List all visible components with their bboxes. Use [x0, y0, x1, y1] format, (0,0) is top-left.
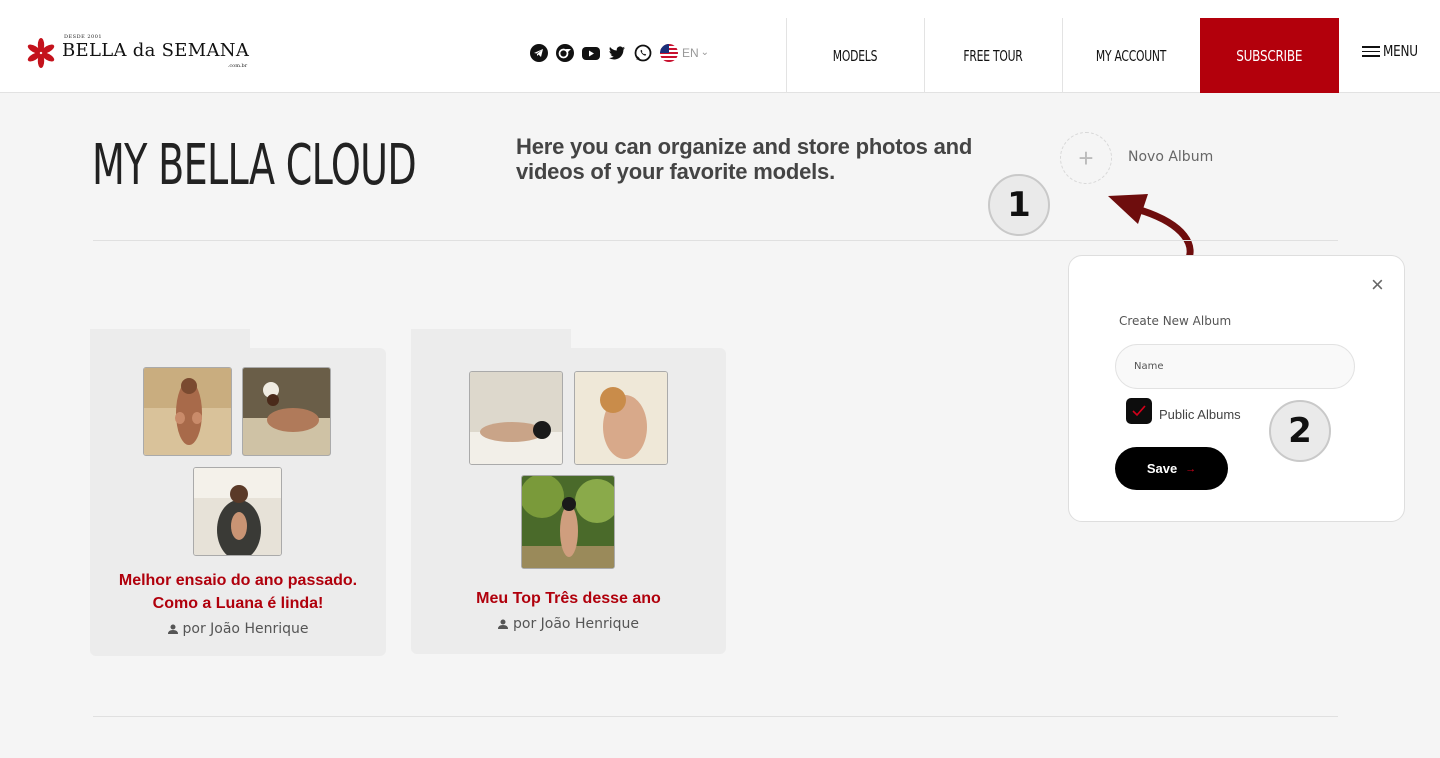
public-albums-label[interactable]: Public Albums: [1159, 407, 1241, 422]
language-label: EN: [682, 46, 699, 60]
step-badge-2: 2: [1269, 400, 1331, 462]
folder-tab: [411, 329, 571, 349]
subscribe-label: SUBSCRIBE: [1236, 46, 1303, 65]
site-header: DESDE 2001 BELLA da SEMANA .com.br EN ⌄ …: [0, 0, 1440, 93]
album-card[interactable]: Meu Top Três desse ano por João Henrique: [411, 329, 726, 654]
logo-wordmark: BELLA da SEMANA: [62, 40, 250, 61]
nav-models[interactable]: MODELS: [800, 18, 910, 93]
social-links: EN ⌄: [529, 43, 709, 63]
album-title[interactable]: Meu Top Três desse ano: [411, 587, 726, 610]
youtube-icon[interactable]: [581, 43, 601, 63]
user-icon: [498, 619, 508, 629]
arrow-right-icon: →: [1185, 462, 1197, 475]
subscribe-button[interactable]: SUBSCRIBE: [1200, 18, 1339, 93]
album-author: por João Henrique: [411, 616, 726, 632]
album-thumbnail[interactable]: [143, 367, 232, 456]
step-badge-1: 1: [988, 174, 1050, 236]
popup-heading: Create New Album: [1119, 314, 1232, 328]
hamburger-icon: [1362, 45, 1380, 57]
new-album-label[interactable]: Novo Album: [1128, 149, 1213, 165]
save-button[interactable]: Save →: [1115, 447, 1228, 490]
onlyfans-icon[interactable]: [555, 43, 575, 63]
close-icon[interactable]: ×: [1371, 274, 1384, 296]
album-thumbnail[interactable]: [469, 371, 563, 465]
asterisk-logo-icon: [27, 38, 55, 68]
album-name-input[interactable]: [1115, 344, 1355, 389]
public-albums-checkbox[interactable]: [1126, 398, 1152, 424]
plus-icon: +: [1078, 142, 1094, 173]
album-thumbnail[interactable]: [193, 467, 282, 556]
menu-button[interactable]: MENU: [1362, 42, 1426, 60]
nav-divider: [1062, 18, 1063, 93]
new-album-button[interactable]: +: [1060, 132, 1112, 184]
menu-label: MENU: [1383, 42, 1418, 60]
nav-divider: [924, 18, 925, 93]
user-icon: [167, 624, 178, 634]
chevron-down-icon: ⌄: [700, 46, 710, 58]
check-icon: [1132, 405, 1146, 417]
album-title[interactable]: Melhor ensaio do ano passado. Como a Lua…: [90, 569, 386, 615]
folder-tab: [90, 329, 250, 349]
page-subtitle: Here you can organize and store photos a…: [516, 134, 973, 184]
section-divider: [93, 716, 1338, 717]
section-divider: [93, 240, 1338, 241]
logo-since: DESDE 2001: [64, 34, 103, 40]
page-title: MY BELLA CLOUD: [92, 133, 417, 198]
album-thumbnail[interactable]: [521, 475, 615, 569]
album-thumbnail[interactable]: [574, 371, 668, 465]
create-album-popup: × Create New Album Public Albums Save →: [1068, 255, 1405, 522]
telegram-icon[interactable]: [529, 43, 549, 63]
us-flag-icon: [660, 44, 678, 62]
nav-divider: [786, 18, 787, 93]
whatsapp-icon[interactable]: [633, 43, 653, 63]
nav-my-account[interactable]: MY ACCOUNT: [1076, 18, 1186, 93]
nav-free-tour[interactable]: FREE TOUR: [938, 18, 1048, 93]
album-thumbnail[interactable]: [242, 367, 331, 456]
site-logo[interactable]: DESDE 2001 BELLA da SEMANA .com.br: [26, 34, 250, 76]
album-author: por João Henrique: [90, 621, 386, 637]
logo-domain: .com.br: [227, 63, 248, 69]
twitter-icon[interactable]: [607, 43, 627, 63]
language-selector[interactable]: EN ⌄: [659, 43, 709, 63]
save-label: Save: [1146, 461, 1178, 476]
album-card[interactable]: Melhor ensaio do ano passado. Como a Lua…: [90, 329, 386, 656]
